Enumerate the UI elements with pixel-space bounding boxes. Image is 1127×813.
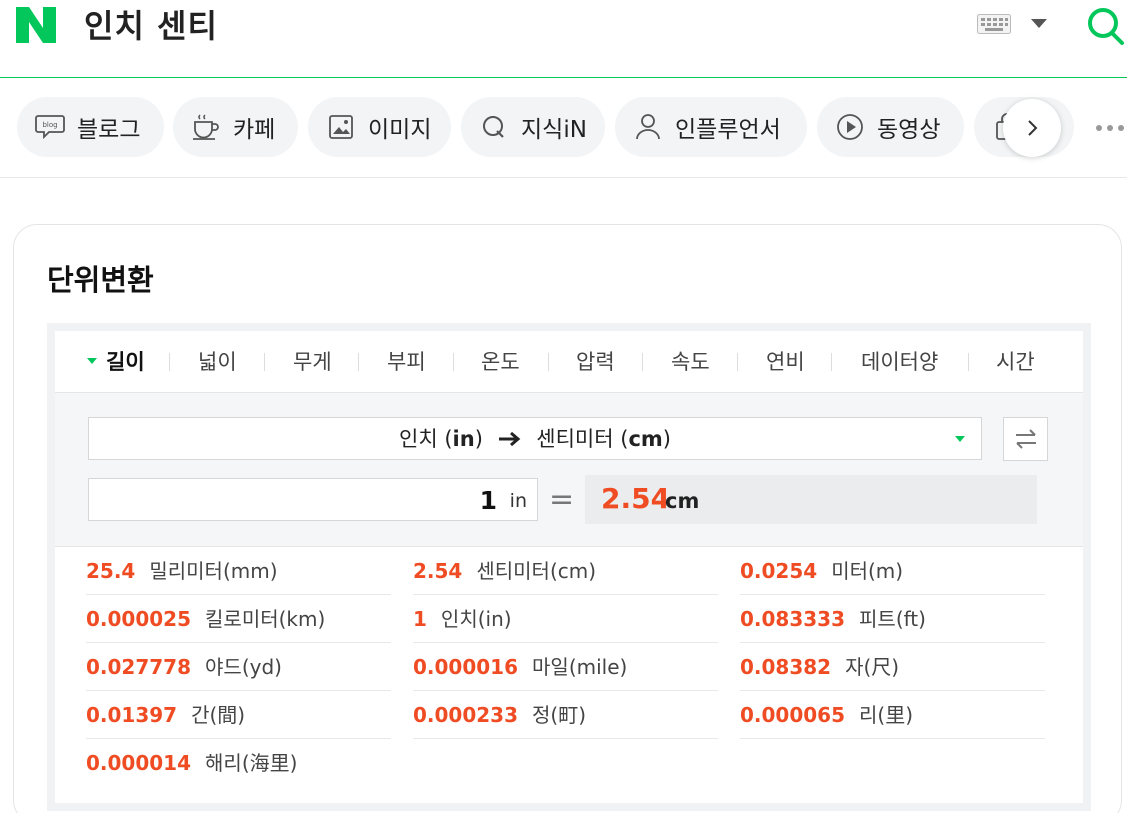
naver-logo-icon[interactable] bbox=[16, 7, 56, 43]
result-item: 0.083333 피트(ft) bbox=[740, 595, 1045, 643]
result-item: 0.000233 정(町) bbox=[413, 691, 718, 739]
tab-fuel-efficiency[interactable]: 연비 bbox=[766, 331, 805, 393]
tab-influencer[interactable]: 인플루언서 bbox=[615, 97, 807, 157]
svg-text:blog: blog bbox=[42, 121, 57, 129]
active-tab-arrow-icon bbox=[87, 358, 97, 364]
play-icon bbox=[835, 112, 865, 142]
tab-label: 동영상 bbox=[877, 117, 941, 143]
from-unit-abbr: in bbox=[452, 427, 475, 451]
tab-divider bbox=[453, 353, 454, 371]
search-query[interactable]: 인치 센티 bbox=[84, 4, 218, 48]
tab-cafe[interactable]: 카페 bbox=[173, 97, 298, 157]
result-item: 25.4 밀리미터(mm) bbox=[86, 547, 391, 595]
tab-temperature[interactable]: 온도 bbox=[481, 331, 520, 393]
blog-icon: blog bbox=[35, 112, 65, 142]
keyboard-dropdown-arrow-icon[interactable] bbox=[1031, 19, 1047, 28]
unit-pair-select[interactable]: 인치 (in) 센티미터 (cm) bbox=[88, 417, 982, 460]
result-item: 0.000014 해리(海里) bbox=[86, 751, 298, 775]
search-icon[interactable] bbox=[1086, 6, 1126, 46]
more-options-icon[interactable] bbox=[1095, 123, 1127, 133]
conversion-area: 인치 (in) 센티미터 (cm) 1 in = 2.54 cm bbox=[55, 393, 1083, 547]
tab-label: 이미지 bbox=[368, 117, 432, 143]
result-item: 0.000025 킬로미터(km) bbox=[86, 595, 391, 643]
tab-label: 카페 bbox=[233, 117, 276, 143]
result-item: 0.0254 미터(m) bbox=[740, 547, 1045, 595]
tab-pressure[interactable]: 압력 bbox=[576, 331, 615, 393]
to-unit-abbr: cm bbox=[628, 427, 663, 451]
unit-converter-card: 단위변환 길이 넓이 무게 부피 온도 압력 속도 연비 데이터양 시간 인치 … bbox=[13, 224, 1122, 813]
unit-pair-label: 인치 (in) 센티미터 (cm) bbox=[399, 427, 671, 451]
tab-divider bbox=[264, 353, 265, 371]
tab-video[interactable]: 동영상 bbox=[817, 97, 964, 157]
tab-divider bbox=[169, 353, 170, 371]
result-item: 0.01397 간(間) bbox=[86, 691, 391, 739]
tab-divider bbox=[358, 353, 359, 371]
result-item: 0.000016 마일(mile) bbox=[413, 643, 718, 691]
result-box: 2.54 cm bbox=[585, 475, 1037, 524]
tab-label: 인플루언서 bbox=[675, 117, 781, 143]
equals-sign: = bbox=[549, 482, 575, 517]
chevron-down-icon bbox=[955, 436, 965, 442]
value-input[interactable]: 1 in bbox=[88, 478, 538, 521]
result-unit: cm bbox=[665, 489, 700, 513]
knowledge-q-icon bbox=[479, 112, 509, 142]
unit-category-tabs: 길이 넓이 무게 부피 온도 압력 속도 연비 데이터양 시간 bbox=[55, 331, 1083, 393]
result-item: 0.000065 리(里) bbox=[740, 691, 1045, 739]
person-icon bbox=[633, 112, 663, 142]
swap-units-button[interactable] bbox=[1003, 417, 1048, 461]
result-value: 2.54 bbox=[601, 482, 671, 515]
tab-label: 지식iN bbox=[521, 117, 587, 143]
search-header: 인치 센티 bbox=[0, 0, 1127, 78]
tab-data-size[interactable]: 데이터양 bbox=[861, 331, 938, 393]
tab-divider bbox=[831, 353, 832, 371]
tab-time[interactable]: 시간 bbox=[996, 331, 1035, 393]
result-item: 0.027778 야드(yd) bbox=[86, 643, 391, 691]
tab-speed[interactable]: 속도 bbox=[671, 331, 710, 393]
cafe-cup-icon bbox=[191, 112, 221, 142]
result-item: 0.08382 자(尺) bbox=[740, 643, 1045, 691]
tab-area[interactable]: 넓이 bbox=[198, 331, 237, 393]
tab-label: 블로그 bbox=[77, 117, 141, 143]
swap-arrows-icon bbox=[1015, 429, 1036, 449]
tab-image[interactable]: 이미지 bbox=[308, 97, 451, 157]
search-tabs: blog 블로그 카페 이미지 지식iN 인플루언서 동영상 bbox=[0, 79, 1127, 178]
tab-blog[interactable]: blog 블로그 bbox=[17, 97, 164, 157]
arrow-right-icon bbox=[498, 431, 520, 447]
tabs-next-button[interactable] bbox=[1003, 99, 1061, 157]
from-unit-name: 인치 bbox=[399, 427, 438, 451]
card-title: 단위변환 bbox=[47, 263, 154, 297]
keyboard-icon[interactable] bbox=[977, 14, 1011, 34]
tab-weight[interactable]: 무게 bbox=[293, 331, 332, 393]
converter-panel: 길이 넓이 무게 부피 온도 압력 속도 연비 데이터양 시간 인치 (in) … bbox=[47, 323, 1091, 811]
input-unit: in bbox=[509, 490, 527, 512]
to-unit-name: 센티미터 bbox=[536, 427, 614, 451]
tab-divider bbox=[548, 353, 549, 371]
tab-divider bbox=[968, 353, 969, 371]
result-item: 2.54 센티미터(cm) bbox=[413, 547, 718, 595]
tab-volume[interactable]: 부피 bbox=[387, 331, 426, 393]
tab-length[interactable]: 길이 bbox=[106, 331, 145, 393]
input-value[interactable]: 1 bbox=[480, 483, 497, 519]
tab-divider bbox=[737, 353, 738, 371]
tab-knowledge-in[interactable]: 지식iN bbox=[461, 97, 605, 157]
result-item: 1 인치(in) bbox=[413, 595, 718, 643]
chevron-right-icon bbox=[1028, 120, 1038, 136]
image-icon bbox=[326, 112, 356, 142]
tab-divider bbox=[642, 353, 643, 371]
